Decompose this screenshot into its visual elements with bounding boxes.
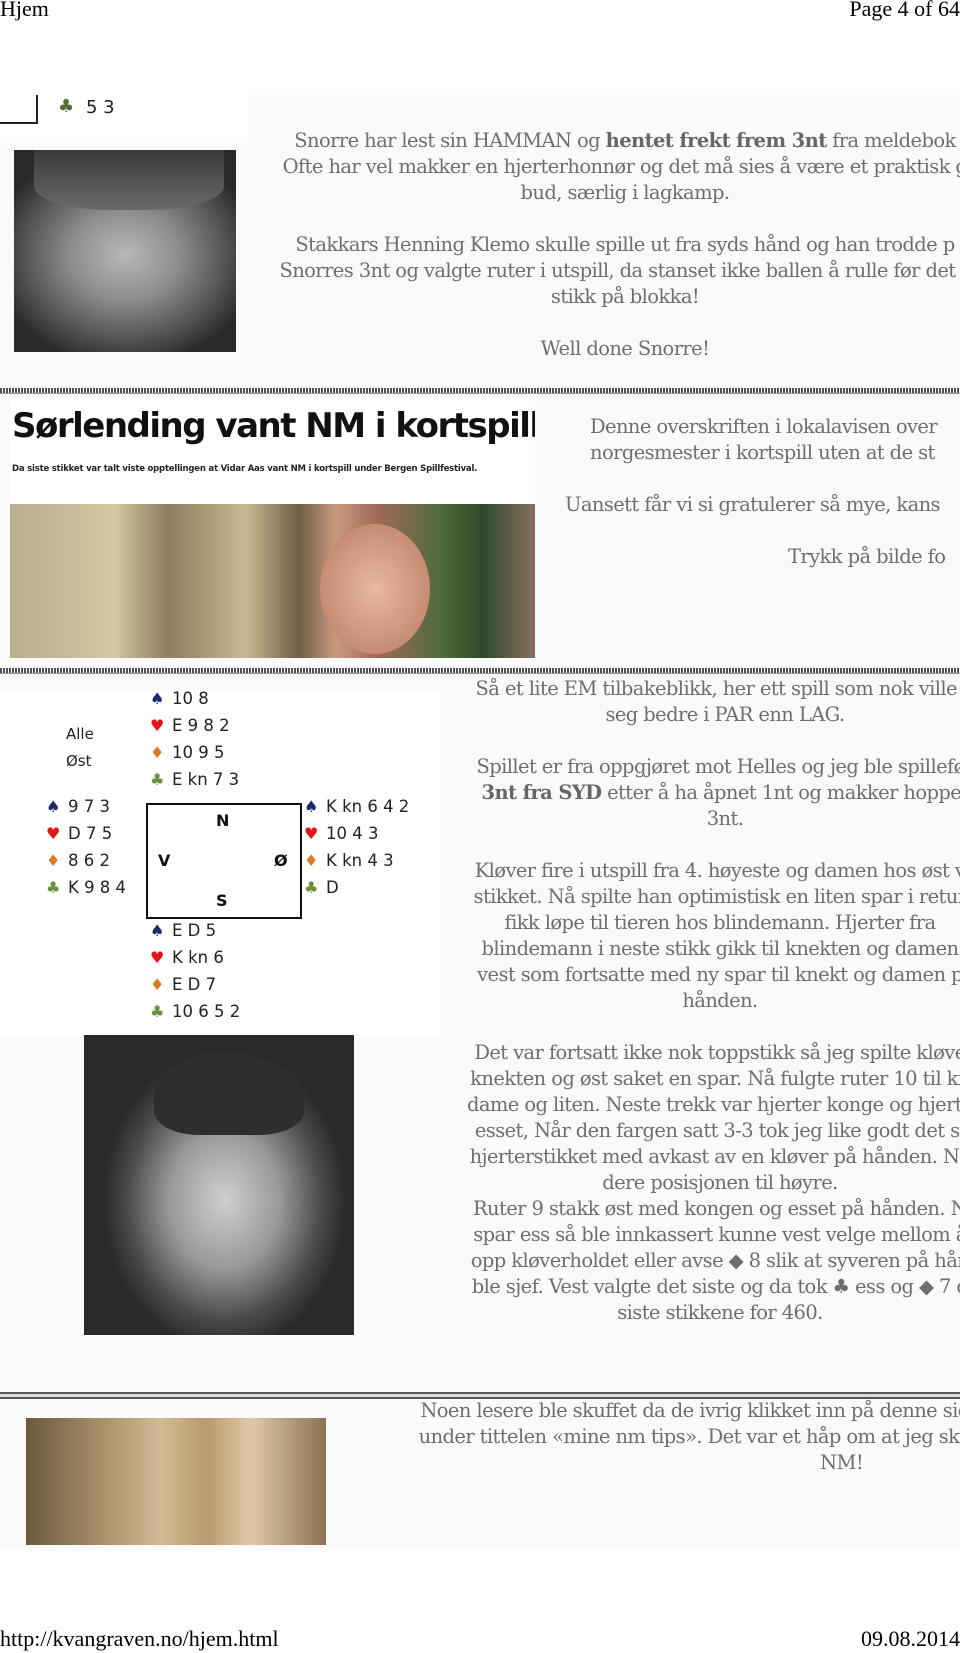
club-icon: ♣ [150, 1002, 165, 1021]
compass-table: N V Ø S [146, 803, 302, 919]
section3-para3: Kløver fire i utspill fra 4. høyeste og … [473, 859, 960, 1012]
print-footer-date: 09.08.2014 [861, 1626, 960, 1651]
hand-west: ♠ 9 7 3 ♥ D 7 5 ♦ 8 6 2 ♣ K 9 8 4 [46, 793, 126, 901]
section3-para2: Spillet er fra oppgjøret mot Helles og j… [476, 755, 960, 830]
photo-hair [154, 1055, 304, 1135]
print-footer-url: http://kvangraven.no/hjem.html [0, 1626, 279, 1651]
emphasis-3nt: hentet frekt frem 3nt [605, 129, 828, 152]
vulnerability-label: Alle [66, 725, 94, 743]
photo-hair [34, 150, 224, 210]
compass-east: Ø [274, 851, 288, 870]
section1-para2: Stakkars Henning Klemo skulle spille ut … [279, 233, 960, 308]
section3-para1: Så et lite EM tilbakeblikk, her ett spil… [475, 677, 960, 726]
heart-icon: ♥ [46, 824, 61, 843]
section3-para4: Det var fortsatt ikke nok toppstikk så j… [466, 1041, 960, 1194]
newspaper-clipping-image[interactable]: Sørlending vant NM i kortspill Da siste … [10, 398, 535, 658]
spade-icon: ♠ [46, 797, 61, 816]
emphasis-3nt-syd: 3nt fra SYD [481, 781, 603, 804]
hand-east: ♠ K kn 6 4 2 ♥ 10 4 3 ♦ K kn 4 3 ♣ D [304, 793, 409, 901]
heart-icon: ♥ [150, 716, 165, 735]
section-divider [0, 668, 960, 674]
compass-west: V [158, 851, 171, 870]
bridge-diagram: Alle Øst ♠ 10 8 ♥ E 9 8 2 ♦ 10 9 5 ♣ E kn 7 … [0, 689, 440, 1035]
section1-line1: Snorre har lest sin HAMMAN og hentet fre… [294, 129, 956, 152]
heart-icon: ♥ [150, 948, 165, 967]
print-header-title: Hjem [0, 0, 49, 21]
section2-para3: Trykk på bilde fo [788, 544, 960, 570]
spade-icon: ♠ [150, 921, 165, 940]
club-icon: ♣ [304, 878, 319, 897]
hand-south: ♠ E D 5 ♥ K kn 6 ♦ E D 7 ♣ 10 6 5 2 [150, 917, 240, 1025]
photo-link-hint[interactable]: Trykk på bilde fo [788, 544, 960, 570]
print-header-page: Page 4 of 64 [849, 0, 960, 21]
section1-line2: Ofte har vel makker en hjerterhonnør og … [282, 155, 960, 178]
club-cards: 5 3 [86, 97, 115, 118]
snorre-photo[interactable] [14, 150, 236, 352]
diamond-icon: ♦ [46, 851, 61, 870]
clipping-face [320, 524, 430, 654]
section1-para3: Well done Snorre! [540, 337, 710, 360]
section4-text: Noen lesere ble skuffet da de ivrig klik… [418, 1399, 960, 1474]
diamond-icon: ♦ [150, 743, 165, 762]
clipping-headline: Sørlending vant NM i kortspill [12, 406, 535, 446]
section3-para5: Ruter 9 stakk øst med kongen og esset på… [470, 1197, 960, 1324]
section1-text: Snorre har lest sin HAMMAN og hentet fre… [250, 128, 960, 206]
section2-para1: Denne overskriften i lokalavisen over no… [590, 415, 938, 464]
diamond-icon: ♦ [150, 975, 165, 994]
heart-icon: ♥ [304, 824, 319, 843]
previous-hand-tail: ♣ 5 3 [0, 95, 248, 143]
club-icon: ♣ [58, 96, 75, 117]
section2-para2: Uansett får vi si gratulerer så mye, kan… [565, 493, 941, 516]
hand-north: ♠ 10 8 ♥ E 9 8 2 ♦ 10 9 5 ♣ E kn 7 3 [150, 685, 239, 793]
club-icon: ♣ [46, 878, 61, 897]
compass-north: N [216, 811, 230, 830]
clipping-photo [10, 504, 535, 658]
clipping-subline: Da siste stikket var talt viste opptelli… [12, 464, 478, 474]
dealer-label: Øst [66, 752, 92, 770]
club-icon: ♣ [150, 770, 165, 789]
diagram-box-corner [0, 95, 38, 124]
two-men-photo[interactable] [26, 1418, 326, 1545]
diamond-icon: ♦ [304, 851, 319, 870]
section-divider [0, 388, 960, 394]
spade-icon: ♠ [150, 689, 165, 708]
spade-icon: ♠ [304, 797, 319, 816]
section1-line3: bud, særlig i lagkamp. [520, 181, 731, 204]
player-photo[interactable] [84, 1035, 354, 1335]
compass-south: S [216, 891, 228, 910]
